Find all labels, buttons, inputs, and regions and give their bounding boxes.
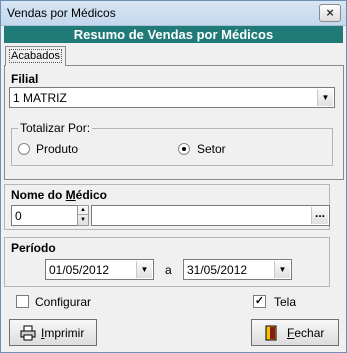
filial-label: Filial bbox=[11, 72, 39, 86]
medico-code-stepper[interactable]: ▲ ▼ bbox=[77, 205, 89, 226]
tab-acabados[interactable]: Acabados bbox=[5, 46, 66, 66]
periodo-panel: Período 01/05/2012 ▼ a 31/05/2012 ▼ bbox=[4, 237, 330, 287]
radio-produto[interactable] bbox=[18, 143, 30, 155]
fechar-label: Fechar bbox=[287, 326, 325, 340]
chevron-down-icon[interactable]: ▼ bbox=[274, 261, 290, 278]
filial-value: 1 MATRIZ bbox=[13, 91, 67, 105]
configurar-label: Configurar bbox=[35, 295, 92, 309]
radio-setor-label: Setor bbox=[197, 142, 226, 156]
printer-icon bbox=[20, 325, 36, 341]
medico-name-field[interactable]: ... bbox=[91, 205, 330, 226]
medico-panel: Nome do Médico 0 ▲ ▼ ... bbox=[4, 184, 330, 230]
tab-panel: Filial 1 MATRIZ ▼ Totalizar Por: Produto… bbox=[4, 65, 344, 180]
title-bar[interactable]: Vendas por Médicos × bbox=[1, 1, 346, 26]
date-from-value: 01/05/2012 bbox=[49, 263, 110, 277]
chevron-down-icon[interactable]: ▼ bbox=[317, 89, 333, 106]
date-to-picker[interactable]: 31/05/2012 ▼ bbox=[183, 259, 292, 280]
ellipsis-icon[interactable]: ... bbox=[311, 207, 328, 224]
medico-code-value: 0 bbox=[15, 209, 22, 223]
tab-label: Acabados bbox=[9, 49, 62, 63]
exit-door-icon bbox=[265, 325, 277, 341]
arrow-down-icon[interactable]: ▼ bbox=[78, 216, 88, 225]
fechar-button[interactable]: Fechar bbox=[251, 319, 339, 346]
close-icon: × bbox=[326, 5, 334, 20]
periodo-separator: a bbox=[165, 263, 172, 277]
medico-code-field[interactable]: 0 bbox=[11, 205, 83, 226]
medico-label: Nome do Médico bbox=[11, 188, 108, 202]
configurar-checkbox[interactable] bbox=[16, 295, 29, 308]
imprimir-label: Imprimir bbox=[41, 326, 85, 340]
periodo-label: Período bbox=[11, 241, 56, 255]
window-title: Vendas por Médicos bbox=[7, 6, 116, 20]
imprimir-button[interactable]: Imprimir bbox=[9, 319, 97, 346]
totalizar-group: Totalizar Por: Produto Setor bbox=[11, 121, 333, 166]
close-button[interactable]: × bbox=[319, 4, 341, 22]
totalizar-legend: Totalizar Por: bbox=[18, 121, 93, 135]
radio-setor[interactable] bbox=[178, 143, 190, 155]
filial-select[interactable]: 1 MATRIZ ▼ bbox=[9, 87, 335, 108]
chevron-down-icon[interactable]: ▼ bbox=[136, 261, 152, 278]
date-from-picker[interactable]: 01/05/2012 ▼ bbox=[45, 259, 154, 280]
tela-checkbox[interactable]: ✓ bbox=[253, 295, 266, 308]
report-window: Vendas por Médicos × Resumo de Vendas po… bbox=[0, 0, 347, 353]
report-banner: Resumo de Vendas por Médicos bbox=[4, 26, 343, 43]
tela-label: Tela bbox=[274, 295, 297, 309]
radio-produto-label: Produto bbox=[36, 142, 79, 156]
arrow-up-icon[interactable]: ▲ bbox=[78, 206, 88, 215]
date-to-value: 31/05/2012 bbox=[187, 263, 248, 277]
